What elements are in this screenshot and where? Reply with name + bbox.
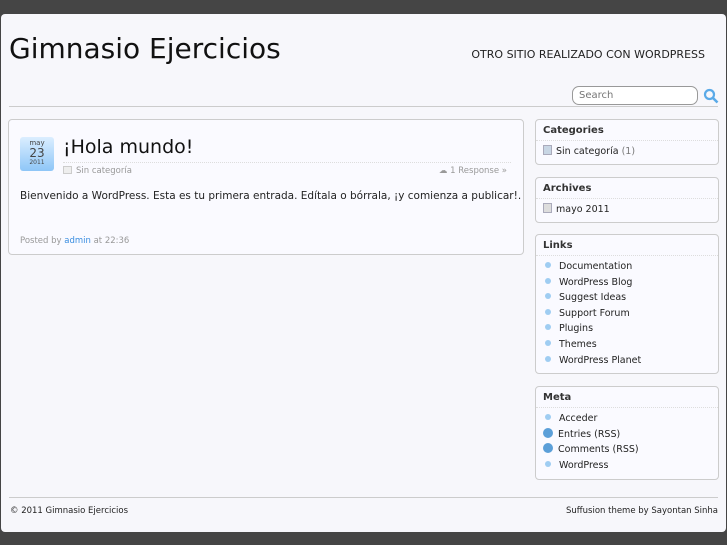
bullet-icon bbox=[545, 262, 551, 268]
author-link[interactable]: admin bbox=[64, 236, 91, 246]
post-time: at 22:36 bbox=[93, 236, 130, 246]
meta-label[interactable]: WordPress bbox=[559, 460, 608, 471]
link-label[interactable]: Support Forum bbox=[559, 308, 630, 319]
page: Gimnasio Ejercicios OTRO SITIO REALIZADO… bbox=[1, 14, 726, 532]
link-item[interactable]: Documentation bbox=[543, 259, 711, 275]
meta-title: Meta bbox=[536, 387, 718, 408]
footer-credit[interactable]: Suffusion theme by Sayontan Sinha bbox=[566, 506, 718, 516]
link-label[interactable]: WordPress Planet bbox=[559, 355, 641, 366]
bullet-icon bbox=[545, 414, 551, 420]
post-title[interactable]: ¡Hola mundo! bbox=[63, 136, 193, 158]
footer-divider bbox=[9, 497, 718, 498]
rss-icon bbox=[543, 427, 553, 438]
meta-widget: Meta Acceder Entries (RSS) Comments (RSS… bbox=[535, 386, 719, 480]
link-label[interactable]: Suggest Ideas bbox=[559, 292, 626, 303]
site-tagline: OTRO SITIO REALIZADO CON WORDPRESS bbox=[471, 48, 705, 61]
category-count: (1) bbox=[621, 146, 636, 157]
nav-divider bbox=[9, 106, 718, 107]
post: may 23 2011 ¡Hola mundo! Sin categoría ☁… bbox=[8, 119, 524, 255]
folder-icon bbox=[543, 145, 552, 155]
search-input[interactable] bbox=[572, 86, 698, 105]
posted-by-label: Posted by bbox=[20, 236, 62, 246]
categories-widget: Categories Sin categoría (1) bbox=[535, 119, 719, 165]
responses-link[interactable]: 1 Response » bbox=[450, 166, 507, 176]
bullet-icon bbox=[545, 355, 551, 362]
meta-label[interactable]: Comments (RSS) bbox=[558, 444, 639, 455]
bullet-icon bbox=[545, 277, 551, 284]
meta-item[interactable]: Entries (RSS) bbox=[543, 427, 711, 443]
post-meta: Sin categoría ☁ 1 Response » bbox=[63, 162, 511, 176]
calendar-icon bbox=[543, 203, 552, 213]
meta-item[interactable]: Comments (RSS) bbox=[543, 442, 711, 458]
link-label[interactable]: Documentation bbox=[559, 261, 632, 272]
link-item[interactable]: Plugins bbox=[543, 321, 711, 337]
links-widget: Links Documentation WordPress Blog Sugge… bbox=[535, 234, 719, 374]
meta-item[interactable]: Acceder bbox=[543, 411, 711, 427]
links-title: Links bbox=[536, 235, 718, 256]
bullet-icon bbox=[545, 324, 551, 331]
post-day: 23 bbox=[29, 146, 45, 160]
post-category-link[interactable]: Sin categoría bbox=[76, 166, 132, 176]
link-label[interactable]: WordPress Blog bbox=[559, 277, 632, 288]
category-icon bbox=[63, 166, 72, 174]
meta-label[interactable]: Entries (RSS) bbox=[558, 429, 620, 440]
bullet-icon bbox=[545, 339, 551, 346]
rss-icon bbox=[543, 443, 553, 454]
site-title[interactable]: Gimnasio Ejercicios bbox=[9, 32, 281, 65]
archive-label[interactable]: mayo 2011 bbox=[556, 204, 610, 215]
bullet-icon bbox=[545, 293, 551, 300]
post-date-badge: may 23 2011 bbox=[20, 137, 54, 171]
link-label[interactable]: Themes bbox=[559, 339, 597, 350]
comment-icon: ☁ bbox=[438, 166, 451, 176]
categories-title: Categories bbox=[536, 120, 718, 141]
category-item[interactable]: Sin categoría (1) bbox=[543, 144, 711, 160]
link-item[interactable]: WordPress Planet bbox=[543, 353, 711, 369]
archives-title: Archives bbox=[536, 178, 718, 199]
meta-item[interactable]: WordPress bbox=[543, 458, 711, 474]
post-body: Bienvenido a WordPress. Esta es tu prime… bbox=[20, 190, 522, 202]
archive-item[interactable]: mayo 2011 bbox=[543, 202, 711, 218]
bullet-icon bbox=[545, 308, 551, 315]
meta-label[interactable]: Acceder bbox=[559, 413, 597, 424]
link-item[interactable]: WordPress Blog bbox=[543, 275, 711, 291]
category-label[interactable]: Sin categoría bbox=[556, 146, 619, 157]
bullet-icon bbox=[545, 460, 551, 467]
link-item[interactable]: Support Forum bbox=[543, 306, 711, 322]
archives-widget: Archives mayo 2011 bbox=[535, 177, 719, 223]
footer-copyright: © 2011 Gimnasio Ejercicios bbox=[10, 506, 129, 516]
post-footer: Posted by admin at 22:36 bbox=[20, 236, 129, 246]
link-item[interactable]: Suggest Ideas bbox=[543, 290, 711, 306]
link-label[interactable]: Plugins bbox=[559, 323, 593, 334]
post-year: 2011 bbox=[29, 159, 45, 166]
link-item[interactable]: Themes bbox=[543, 337, 711, 353]
search-icon[interactable] bbox=[703, 88, 719, 104]
